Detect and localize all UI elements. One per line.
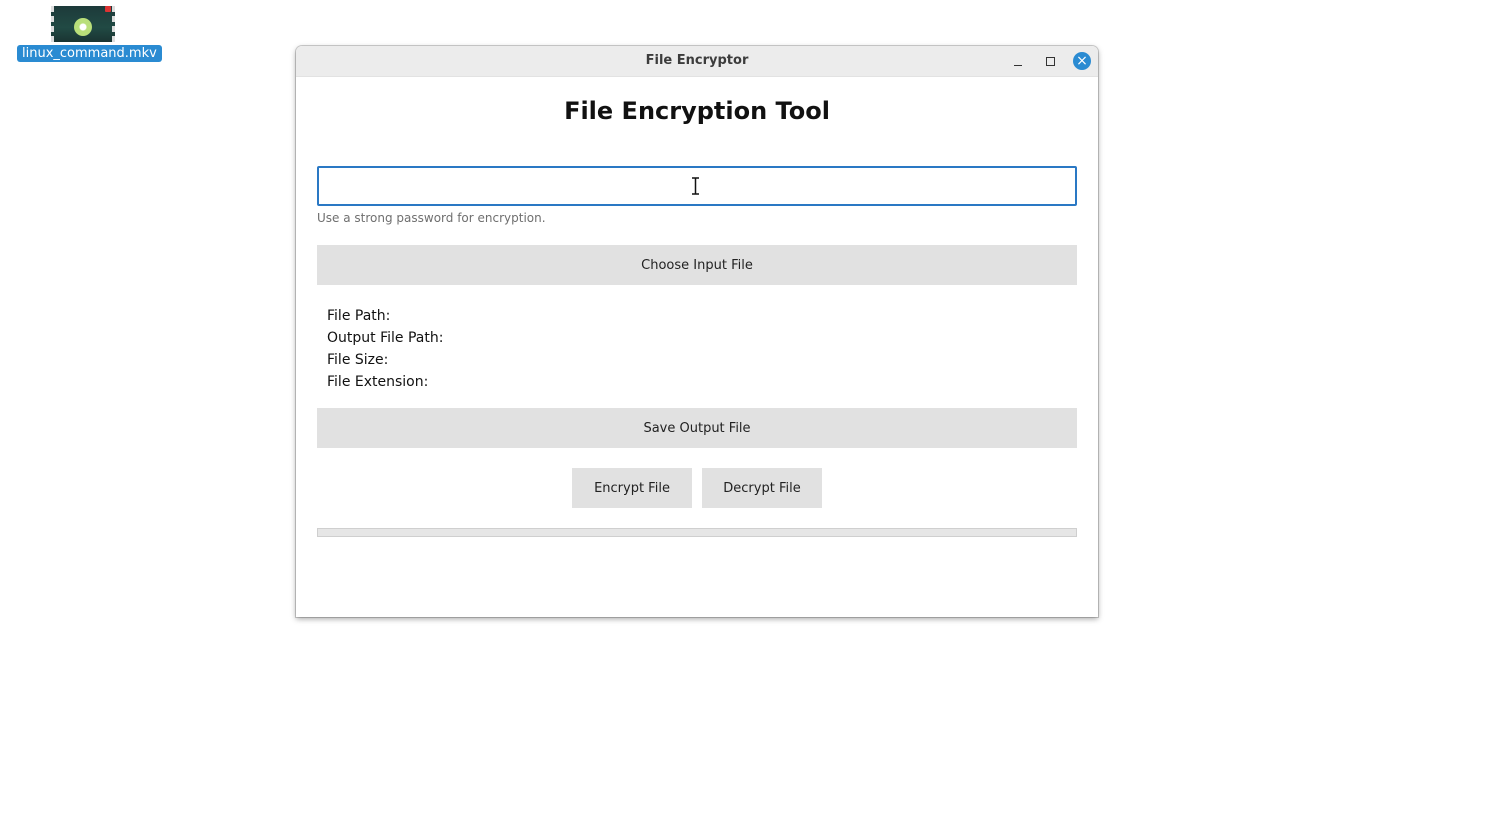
decrypt-file-button[interactable]: Decrypt File [702, 468, 822, 508]
window-titlebar[interactable]: File Encryptor × [296, 46, 1098, 77]
encrypt-file-button[interactable]: Encrypt File [572, 468, 692, 508]
close-icon: × [1073, 52, 1091, 70]
progress-bar [317, 528, 1077, 537]
password-hint: Use a strong password for encryption. [317, 211, 546, 225]
maximize-icon [1045, 56, 1055, 66]
minimize-icon [1014, 64, 1022, 66]
text-cursor-icon [692, 177, 699, 195]
maximize-button[interactable] [1040, 51, 1060, 71]
page-title: File Encryption Tool [564, 97, 830, 125]
output-file-path-label: Output File Path: [327, 330, 444, 346]
file-path-label: File Path: [327, 308, 391, 324]
video-file-icon [51, 6, 115, 42]
file-info-panel: File Path: Output File Path: File Size: … [327, 305, 443, 393]
window-title: File Encryptor [645, 53, 749, 68]
desktop-file-label: linux_command.mkv [17, 45, 162, 62]
minimize-button[interactable] [1008, 51, 1028, 71]
close-button[interactable]: × [1072, 51, 1092, 71]
choose-input-file-button[interactable]: Choose Input File [317, 245, 1077, 285]
desktop-file-video[interactable]: linux_command.mkv [17, 6, 162, 62]
file-extension-label: File Extension: [327, 374, 429, 390]
file-size-label: File Size: [327, 352, 389, 368]
save-output-file-button[interactable]: Save Output File [317, 408, 1077, 448]
app-window: File Encryptor × File Encryption Tool Us… [296, 46, 1098, 617]
